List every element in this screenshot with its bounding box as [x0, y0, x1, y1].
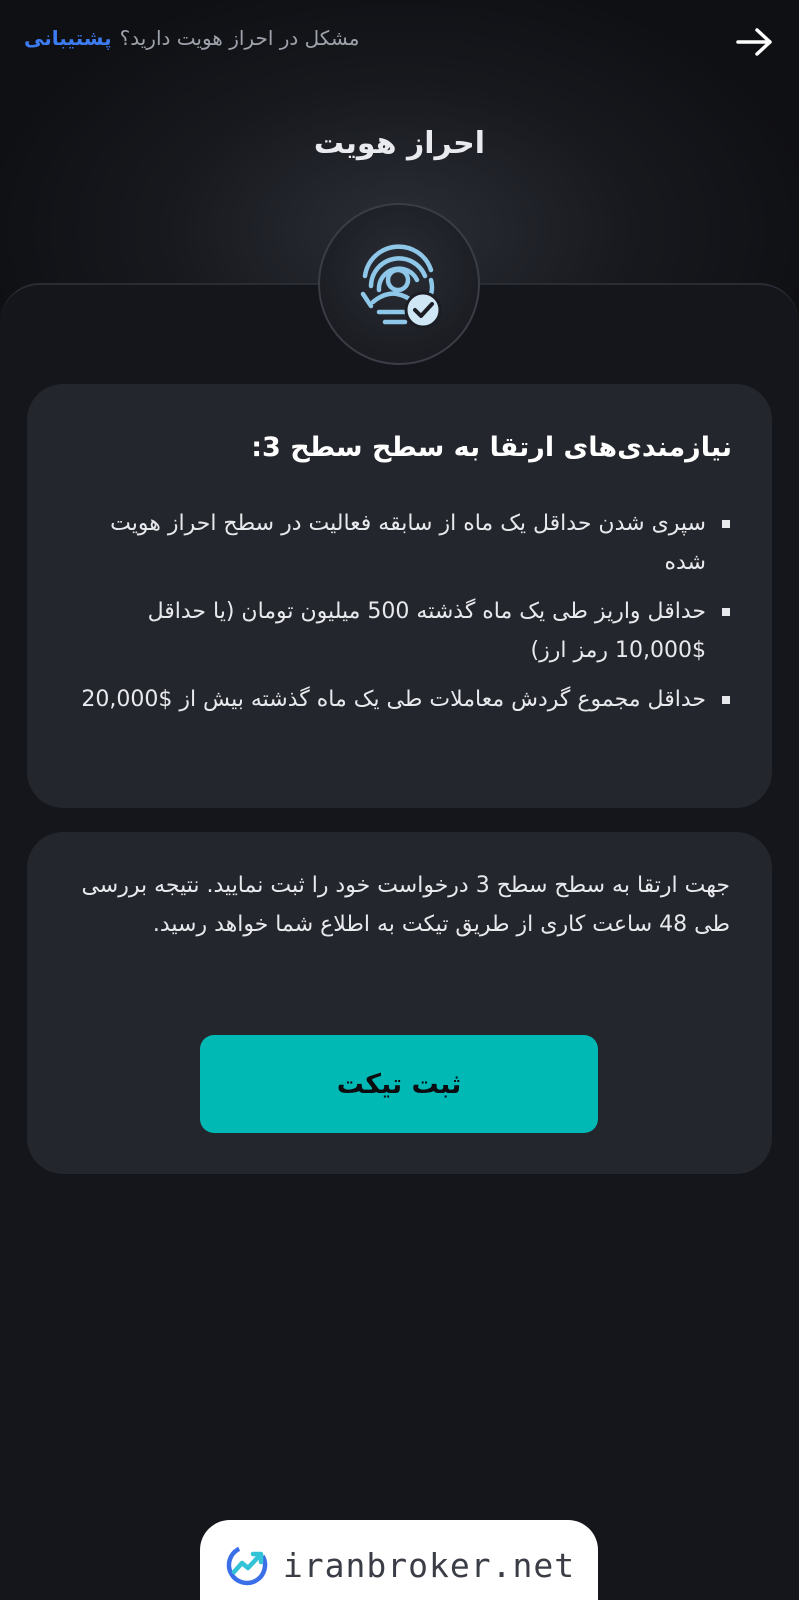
watermark-text: iranbroker.net: [282, 1545, 576, 1585]
requirement-item: سپری شدن حداقل یک ماه از سابقه فعالیت در…: [67, 504, 732, 582]
requirement-item: حداقل واریز طی یک ماه گذشته 500 میلیون ت…: [67, 592, 732, 670]
chart-trend-icon: [226, 1544, 268, 1586]
fingerprint-verified-icon: [360, 244, 442, 329]
watermark-badge: iranbroker.net: [200, 1520, 598, 1600]
requirements-list: سپری شدن حداقل یک ماه از سابقه فعالیت در…: [67, 504, 732, 729]
support-link[interactable]: پشتیبانی: [24, 26, 112, 50]
kyc-screen: پشتیبانی مشکل در احراز هویت دارید؟ احراز…: [0, 0, 799, 1600]
requirements-title: نیازمندی‌های ارتقا به سطح سطح 3:: [251, 432, 732, 463]
page-title: احراز هویت: [313, 126, 486, 161]
back-button[interactable]: [733, 22, 777, 62]
submit-ticket-button[interactable]: ثبت تیکت: [200, 1035, 598, 1133]
requirements-card: نیازمندی‌های ارتقا به سطح سطح 3: سپری شد…: [27, 384, 772, 808]
ticket-request-card: جهت ارتقا به سطح سطح 3 درخواست خود را ثب…: [27, 832, 772, 1174]
requirement-item: حداقل مجموع گردش معاملات طی یک ماه گذشته…: [67, 680, 732, 719]
support-row: پشتیبانی مشکل در احراز هویت دارید؟: [24, 26, 359, 50]
top-bar: پشتیبانی مشکل در احراز هویت دارید؟: [0, 0, 799, 84]
arrow-right-icon: [736, 28, 772, 56]
request-description: جهت ارتقا به سطح سطح 3 درخواست خود را ثب…: [81, 873, 730, 937]
identity-badge: [318, 203, 480, 365]
support-question: مشکل در احراز هویت دارید؟: [119, 26, 360, 50]
